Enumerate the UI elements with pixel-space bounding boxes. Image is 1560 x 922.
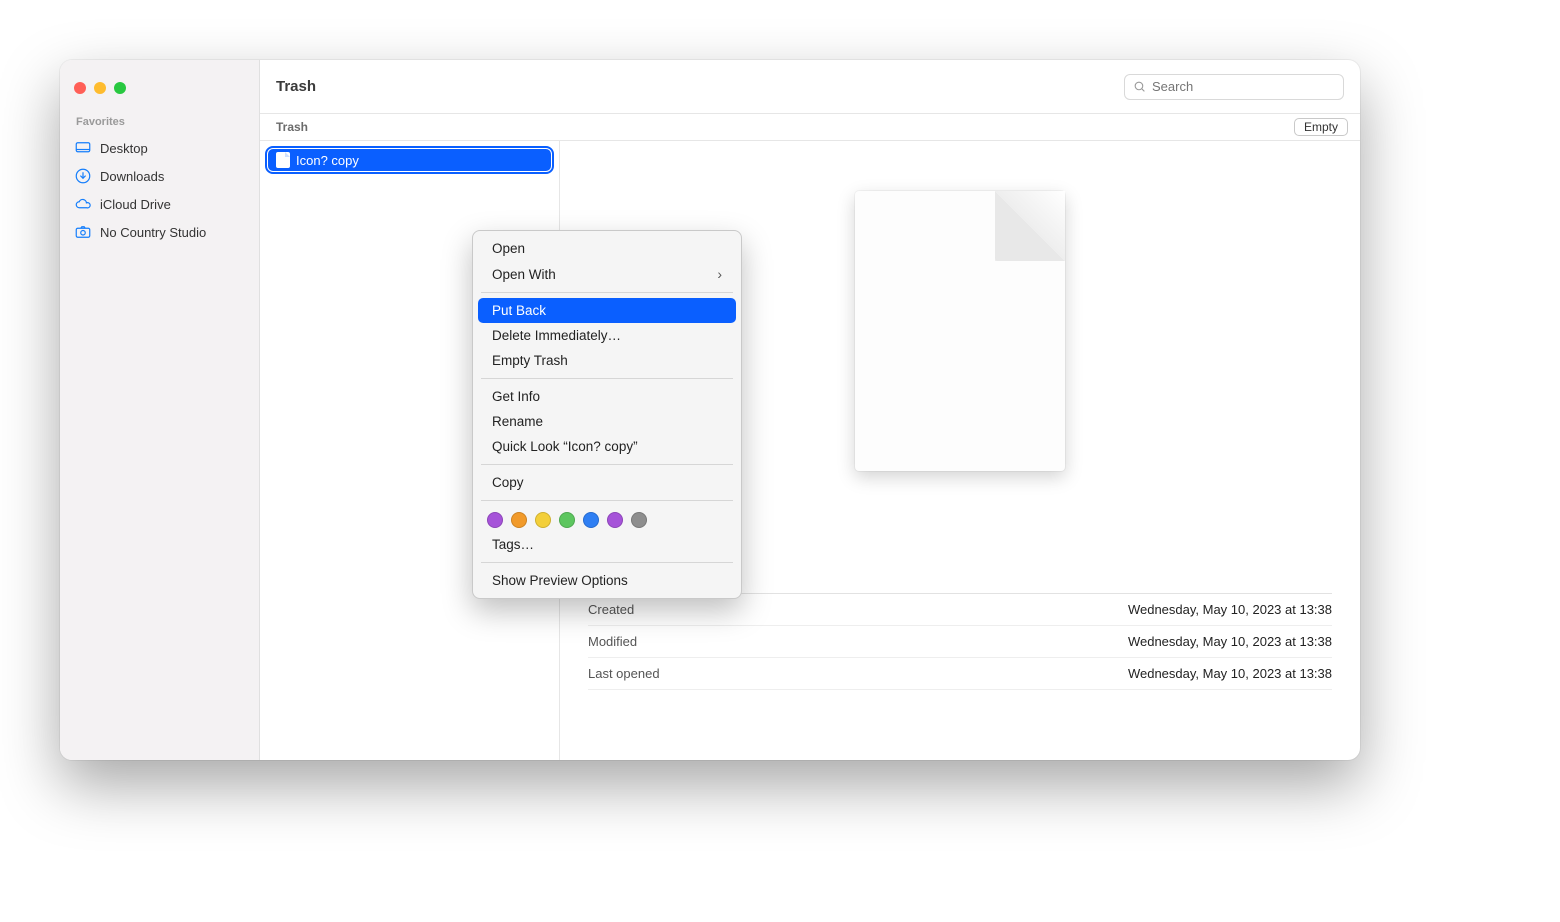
- desktop-icon: [74, 139, 92, 157]
- tag-color-green[interactable]: [559, 512, 575, 528]
- zoom-window-button[interactable]: [114, 82, 126, 94]
- file-row-selected[interactable]: Icon? copy: [268, 149, 551, 171]
- menu-item-put-back[interactable]: Put Back: [478, 298, 736, 323]
- tag-color-gray[interactable]: [631, 512, 647, 528]
- sidebar-item-label: Desktop: [100, 141, 148, 156]
- menu-label: Rename: [492, 414, 543, 429]
- window-title: Trash: [276, 78, 1112, 95]
- search-icon: [1133, 80, 1146, 93]
- info-value: Wednesday, May 10, 2023 at 13:38: [1128, 602, 1332, 617]
- info-key: Modified: [588, 634, 637, 649]
- menu-item-tags[interactable]: Tags…: [478, 532, 736, 557]
- sidebar-item-label: No Country Studio: [100, 225, 206, 240]
- tag-color-blue[interactable]: [583, 512, 599, 528]
- search-field[interactable]: [1124, 74, 1344, 100]
- content-split: Icon? copy opy nt - 1.5 MB tion Created …: [260, 141, 1360, 760]
- info-row-last-opened: Last opened Wednesday, May 10, 2023 at 1…: [588, 658, 1332, 690]
- sidebar-item-icloud-drive[interactable]: iCloud Drive: [60, 190, 259, 218]
- tag-color-purple-2[interactable]: [607, 512, 623, 528]
- info-row-modified: Modified Wednesday, May 10, 2023 at 13:3…: [588, 626, 1332, 658]
- toolbar: Trash: [260, 60, 1360, 114]
- info-key: Created: [588, 602, 634, 617]
- menu-item-open[interactable]: Open: [478, 236, 736, 261]
- menu-separator: [481, 378, 733, 379]
- info-key: Last opened: [588, 666, 660, 681]
- menu-label: Quick Look “Icon? copy”: [492, 439, 638, 454]
- menu-item-get-info[interactable]: Get Info: [478, 384, 736, 409]
- finder-window: Favorites Desktop Downloads iCloud Drive…: [60, 60, 1360, 760]
- info-value: Wednesday, May 10, 2023 at 13:38: [1128, 666, 1332, 681]
- sidebar-section-title: Favorites: [60, 112, 259, 134]
- tag-color-row: [473, 506, 741, 532]
- menu-label: Open With: [492, 267, 556, 282]
- downloads-icon: [74, 167, 92, 185]
- menu-item-quick-look[interactable]: Quick Look “Icon? copy”: [478, 434, 736, 459]
- sidebar: Favorites Desktop Downloads iCloud Drive…: [60, 60, 260, 760]
- menu-label: Empty Trash: [492, 353, 568, 368]
- main-area: Trash Trash Empty Icon? copy: [260, 60, 1360, 760]
- document-preview-icon: [855, 191, 1065, 471]
- menu-item-show-preview-options[interactable]: Show Preview Options: [478, 568, 736, 593]
- menu-separator: [481, 464, 733, 465]
- sidebar-item-label: iCloud Drive: [100, 197, 171, 212]
- location-title: Trash: [276, 120, 308, 134]
- context-menu: Open Open With › Put Back Delete Immedia…: [472, 230, 742, 599]
- menu-item-copy[interactable]: Copy: [478, 470, 736, 495]
- tag-color-purple[interactable]: [487, 512, 503, 528]
- tag-color-yellow[interactable]: [535, 512, 551, 528]
- cloud-icon: [74, 195, 92, 213]
- minimize-window-button[interactable]: [94, 82, 106, 94]
- sidebar-item-desktop[interactable]: Desktop: [60, 134, 259, 162]
- sidebar-item-label: Downloads: [100, 169, 164, 184]
- menu-item-delete-immediately[interactable]: Delete Immediately…: [478, 323, 736, 348]
- file-name: Icon? copy: [296, 153, 359, 168]
- menu-label: Delete Immediately…: [492, 328, 621, 343]
- empty-trash-button[interactable]: Empty: [1294, 118, 1348, 136]
- menu-label: Put Back: [492, 303, 546, 318]
- chevron-right-icon: ›: [717, 266, 722, 282]
- menu-item-open-with[interactable]: Open With ›: [478, 261, 736, 287]
- menu-item-rename[interactable]: Rename: [478, 409, 736, 434]
- menu-separator: [481, 562, 733, 563]
- menu-label: Open: [492, 241, 525, 256]
- camera-icon: [74, 223, 92, 241]
- window-controls: [60, 72, 259, 112]
- search-input[interactable]: [1152, 79, 1335, 94]
- subheader: Trash Empty: [260, 114, 1360, 141]
- tag-color-orange[interactable]: [511, 512, 527, 528]
- menu-item-empty-trash[interactable]: Empty Trash: [478, 348, 736, 373]
- info-value: Wednesday, May 10, 2023 at 13:38: [1128, 634, 1332, 649]
- menu-separator: [481, 500, 733, 501]
- document-icon: [276, 152, 290, 168]
- menu-separator: [481, 292, 733, 293]
- menu-label: Show Preview Options: [492, 573, 628, 588]
- menu-label: Tags…: [492, 537, 534, 552]
- sidebar-item-downloads[interactable]: Downloads: [60, 162, 259, 190]
- menu-label: Copy: [492, 475, 524, 490]
- menu-label: Get Info: [492, 389, 540, 404]
- close-window-button[interactable]: [74, 82, 86, 94]
- sidebar-item-no-country-studio[interactable]: No Country Studio: [60, 218, 259, 246]
